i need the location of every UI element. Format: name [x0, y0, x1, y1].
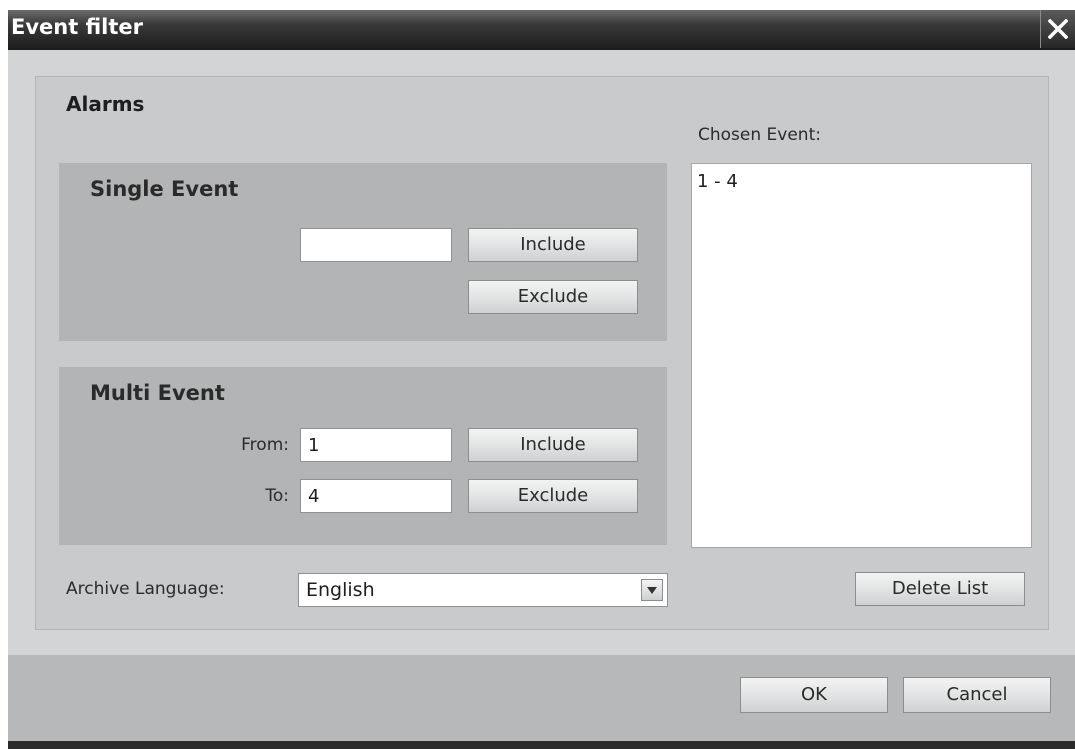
delete-list-button[interactable]: Delete List [855, 572, 1025, 606]
dialog-footer: OK Cancel [8, 655, 1075, 741]
from-label: From: [241, 435, 289, 455]
single-exclude-button[interactable]: Exclude [468, 280, 638, 314]
archive-language-label: Archive Language: [66, 579, 225, 599]
event-filter-dialog: Event filter Alarms Chosen Event: 1 - 4 … [8, 10, 1075, 749]
single-event-panel: Single Event Include Exclude [59, 163, 667, 341]
list-item[interactable]: 1 - 4 [697, 171, 738, 192]
chosen-event-label: Chosen Event: [698, 125, 821, 145]
bottom-edge [8, 741, 1075, 749]
archive-language-select[interactable]: English [298, 573, 668, 607]
multi-exclude-button[interactable]: Exclude [468, 479, 638, 513]
alarms-group: Alarms Chosen Event: 1 - 4 Single Event … [35, 76, 1049, 630]
to-input[interactable]: 4 [300, 479, 452, 513]
cancel-button[interactable]: Cancel [903, 677, 1051, 713]
ok-button[interactable]: OK [740, 677, 888, 713]
single-include-button[interactable]: Include [468, 228, 638, 262]
from-input[interactable]: 1 [300, 428, 452, 462]
chosen-event-list[interactable]: 1 - 4 [691, 163, 1032, 548]
chevron-down-icon [647, 587, 657, 594]
archive-language-value: English [306, 579, 375, 601]
close-button[interactable] [1040, 10, 1075, 48]
title-bar: Event filter [8, 10, 1075, 50]
single-event-title: Single Event [90, 177, 239, 201]
to-label: To: [265, 486, 289, 506]
multi-event-panel: Multi Event From: 1 Include To: 4 Exclud… [59, 367, 667, 545]
multi-event-title: Multi Event [90, 381, 225, 405]
single-event-input[interactable] [300, 228, 452, 262]
alarms-title: Alarms [66, 92, 145, 116]
multi-include-button[interactable]: Include [468, 428, 638, 462]
dropdown-button[interactable] [641, 579, 663, 601]
close-icon [1048, 19, 1068, 39]
dialog-content: Alarms Chosen Event: 1 - 4 Single Event … [8, 50, 1075, 655]
dialog-title: Event filter [11, 15, 143, 39]
